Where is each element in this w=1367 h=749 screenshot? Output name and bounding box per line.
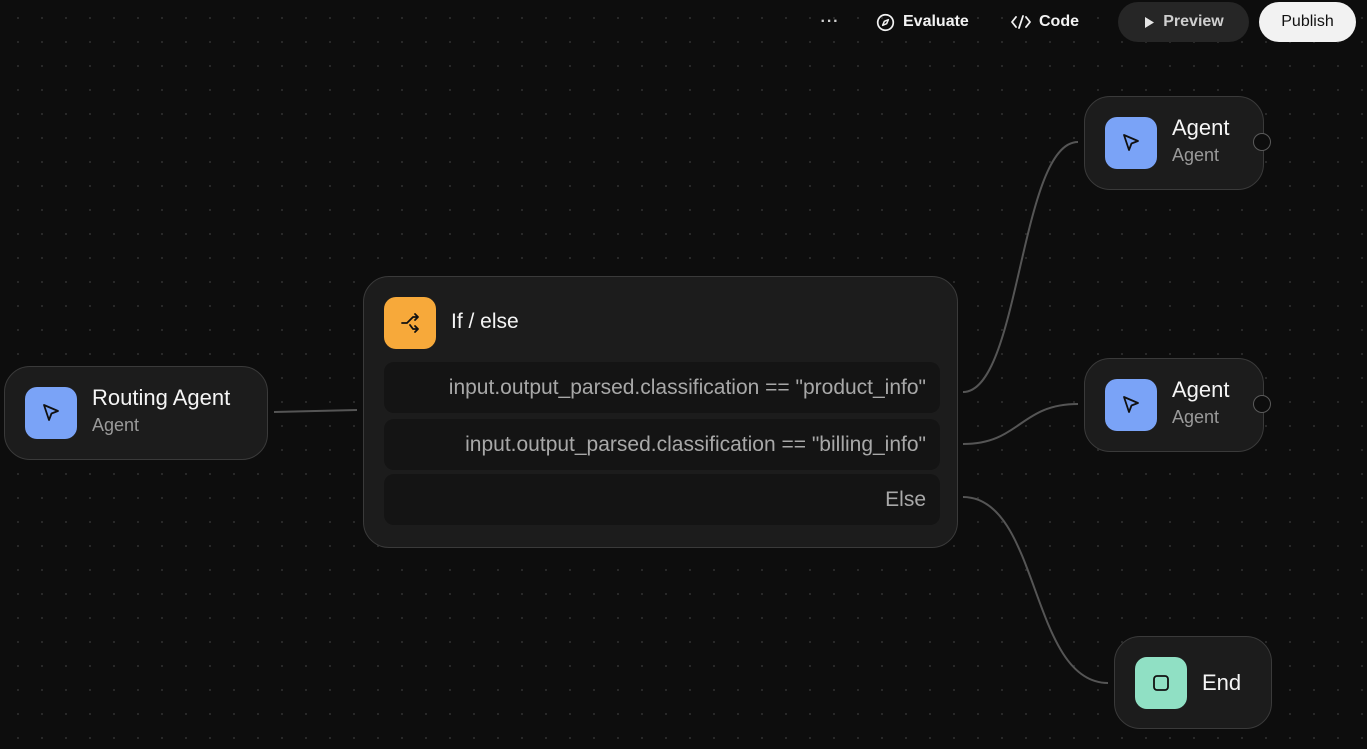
node-title: End [1202, 670, 1242, 695]
compass-icon [876, 13, 895, 32]
publish-label: Publish [1281, 13, 1334, 30]
play-icon [1143, 16, 1155, 29]
cursor-icon [25, 387, 77, 439]
stop-icon [1135, 657, 1187, 709]
edge-ifelse-to-agent-1 [962, 141, 1079, 393]
node-title: If / else [451, 310, 519, 333]
condition-row[interactable]: input.output_parsed.classification == "b… [384, 419, 940, 470]
top-toolbar: ··· Evaluate Code Preview Publish [0, 0, 1367, 44]
preview-label: Preview [1163, 13, 1224, 30]
node-end[interactable]: End [1114, 636, 1272, 729]
node-if-else[interactable]: If / else input.output_parsed.classifica… [363, 276, 958, 548]
branch-icon [384, 297, 436, 349]
preview-button[interactable]: Preview [1118, 2, 1249, 42]
output-handle[interactable] [1253, 395, 1271, 413]
code-label: Code [1039, 13, 1079, 30]
cursor-icon [1105, 117, 1157, 169]
evaluate-label: Evaluate [903, 13, 969, 30]
evaluate-button[interactable]: Evaluate [876, 2, 969, 42]
more-icon: ··· [820, 13, 840, 30]
cursor-icon [1105, 379, 1157, 431]
node-routing-agent[interactable]: Routing Agent Agent [4, 366, 268, 460]
node-title: Routing Agent [92, 385, 231, 410]
node-agent-1[interactable]: Agent Agent [1084, 96, 1271, 190]
node-agent-2[interactable]: Agent Agent [1084, 358, 1271, 452]
publish-button[interactable]: Publish [1259, 2, 1356, 42]
edge-routing-to-ifelse [273, 409, 358, 413]
condition-else-row[interactable]: Else [384, 474, 940, 525]
node-title: Agent [1172, 377, 1230, 402]
edge-ifelse-to-end [962, 496, 1109, 684]
code-icon [1011, 14, 1031, 30]
more-options-button[interactable]: ··· [818, 2, 842, 42]
output-handle[interactable] [1253, 133, 1271, 151]
node-subtitle: Agent [92, 415, 140, 435]
node-subtitle: Agent [1172, 407, 1220, 427]
node-subtitle: Agent [1172, 145, 1220, 165]
node-title: Agent [1172, 115, 1230, 140]
edge-ifelse-to-agent-2 [962, 403, 1079, 445]
condition-row[interactable]: input.output_parsed.classification == "p… [384, 362, 940, 413]
code-button[interactable]: Code [1011, 2, 1079, 42]
